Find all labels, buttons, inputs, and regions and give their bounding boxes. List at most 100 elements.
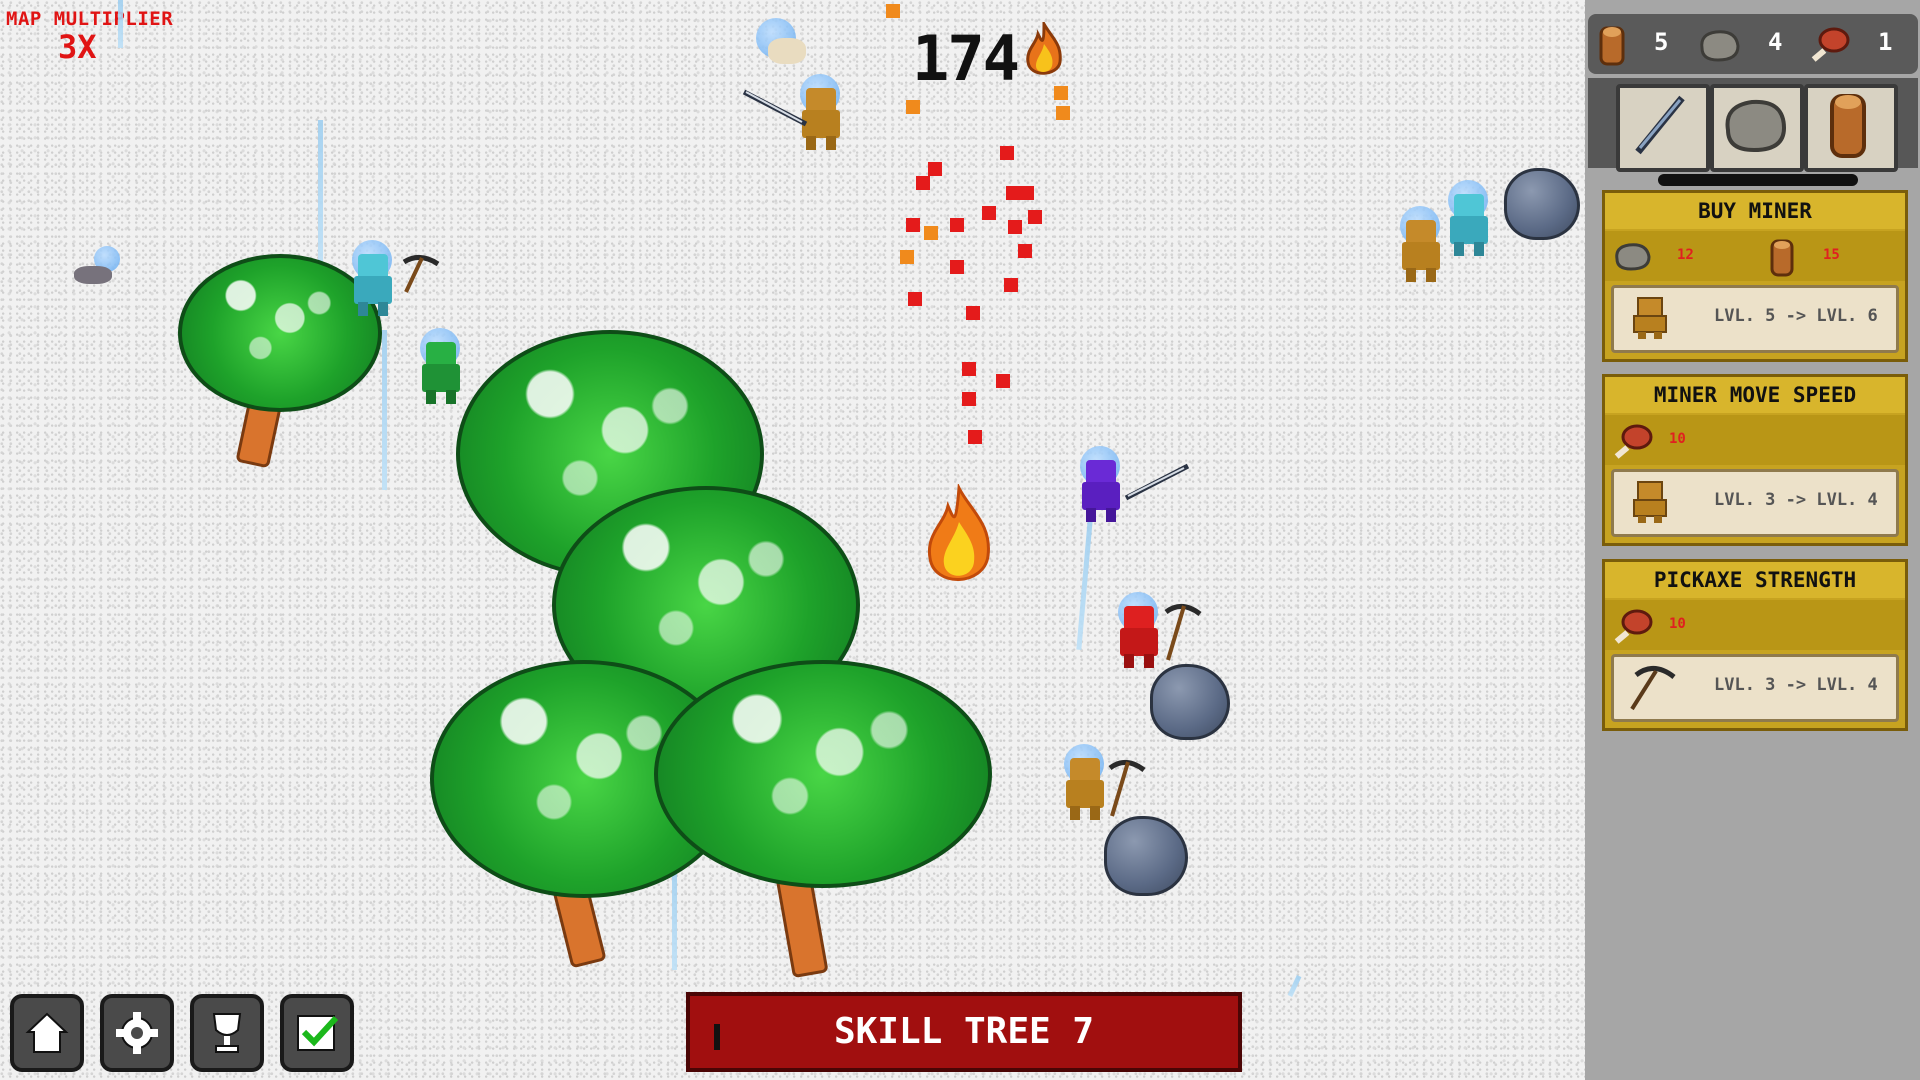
- particle: [886, 4, 900, 18]
- particle: [1006, 186, 1020, 200]
- particle: [900, 250, 914, 264]
- rock[interactable]: [1504, 168, 1580, 240]
- panel-divider: [1658, 174, 1858, 186]
- particle: [1018, 244, 1032, 258]
- map-multiplier-value: 3X: [58, 28, 97, 66]
- tool-slots: [1588, 78, 1918, 172]
- resource-bar: 5 4 1: [1588, 14, 1918, 74]
- particle: [962, 392, 976, 406]
- particle: [968, 430, 982, 444]
- upgrade-card-buy-miner[interactable]: BUY MINER 12 15 LVL. 5 -> LVL. 6: [1602, 190, 1908, 362]
- particle: [924, 226, 938, 240]
- particle: [966, 306, 980, 320]
- cost-amount: 12: [1677, 247, 1694, 263]
- skill-tree-button[interactable]: SKILL TREE 7: [686, 992, 1242, 1072]
- pickaxe-icon: [1630, 666, 1676, 711]
- particle: [1020, 186, 1034, 200]
- cost-amount: 10: [1669, 616, 1686, 632]
- particle: [950, 260, 964, 274]
- sword-icon: [1635, 95, 1685, 155]
- particle: [1004, 278, 1018, 292]
- rock[interactable]: [1150, 664, 1230, 740]
- tree-canopy: [654, 660, 992, 888]
- home-button[interactable]: [10, 994, 84, 1072]
- tan-bird[interactable]: [748, 18, 808, 98]
- particle: [950, 218, 964, 232]
- particle: [1054, 86, 1068, 100]
- wood-log-icon: [1599, 26, 1625, 66]
- upgrade-title: BUY MINER: [1605, 193, 1905, 229]
- pickaxe-icon: [1108, 760, 1146, 817]
- skill-tree-label: SKILL TREE 7: [833, 1011, 1095, 1052]
- miner-gold[interactable]: [1392, 206, 1452, 286]
- particle: [906, 218, 920, 232]
- rain-streak: [1076, 520, 1093, 650]
- home-icon: [25, 1012, 69, 1053]
- rain-streak: [318, 120, 323, 270]
- achievements-button[interactable]: [190, 994, 264, 1072]
- particle: [916, 176, 930, 190]
- particle: [1028, 210, 1042, 224]
- level-text: LVL. 3 -> LVL. 4: [1714, 675, 1878, 695]
- settings-button[interactable]: [100, 994, 174, 1072]
- rain-streak: [118, 0, 123, 48]
- particle: [996, 374, 1010, 388]
- rain-streak: [672, 860, 677, 970]
- pickaxe-icon: [402, 255, 440, 293]
- tool-slot-sword[interactable]: [1616, 84, 1710, 172]
- campfire-icon: [927, 484, 990, 581]
- stone-icon: [1725, 99, 1787, 153]
- wood-log-icon: [1770, 239, 1794, 277]
- upgrade-card-pickaxe-strength[interactable]: PICKAXE STRENGTH 10 LVL. 3 -> LVL. 4: [1602, 559, 1908, 731]
- sword-icon: [1124, 463, 1190, 501]
- skill-progress-bar: [714, 1024, 720, 1050]
- level-box: LVL. 3 -> LVL. 4: [1611, 654, 1899, 722]
- wood-log-icon: [1830, 94, 1866, 158]
- rain-streak: [1287, 974, 1302, 998]
- level-box: LVL. 5 -> LVL. 6: [1611, 285, 1899, 353]
- meat-icon: [1811, 27, 1850, 62]
- upgrade-title: PICKAXE STRENGTH: [1605, 562, 1905, 598]
- miner-icon: [1633, 297, 1667, 339]
- rock[interactable]: [1104, 816, 1188, 896]
- meat-count: 1: [1878, 28, 1893, 56]
- miner-green[interactable]: [412, 328, 472, 408]
- upgrade-card-miner-move-speed[interactable]: MINER MOVE SPEED 10 LVL. 3 -> LVL. 4: [1602, 374, 1908, 546]
- particle: [906, 100, 920, 114]
- trophy-icon: [212, 1013, 242, 1053]
- quests-button[interactable]: [280, 994, 354, 1072]
- particle: [1056, 106, 1070, 120]
- stone-icon: [1700, 30, 1740, 62]
- wood-count: 5: [1654, 28, 1669, 56]
- particle: [1000, 146, 1014, 160]
- particle: [908, 292, 922, 306]
- stone-count: 4: [1768, 28, 1783, 56]
- particle: [928, 162, 942, 176]
- rain-streak: [382, 330, 387, 490]
- cost-row: 10: [1605, 415, 1905, 465]
- cost-amount: 15: [1823, 247, 1840, 263]
- gear-icon: [116, 1012, 158, 1054]
- meat-icon: [1614, 424, 1653, 459]
- tool-slot-stone[interactable]: [1710, 84, 1804, 172]
- fire-icon: [1026, 22, 1062, 75]
- upgrade-title: MINER MOVE SPEED: [1605, 377, 1905, 413]
- miner-icon: [1633, 481, 1667, 523]
- small-critter[interactable]: [66, 232, 126, 312]
- cost-row: 12 15: [1605, 231, 1905, 281]
- cost-amount: 10: [1669, 431, 1686, 447]
- map-multiplier-label: MAP MULTIPLIER: [6, 8, 174, 30]
- stone-icon: [1615, 243, 1651, 271]
- cost-row: 10: [1605, 600, 1905, 650]
- particle: [962, 362, 976, 376]
- level-text: LVL. 5 -> LVL. 6: [1714, 306, 1878, 326]
- miner-cyan[interactable]: [344, 240, 404, 320]
- meat-icon: [1614, 609, 1653, 644]
- pickaxe-icon: [1164, 604, 1202, 661]
- check-icon: [297, 1015, 339, 1051]
- tool-slot-wood[interactable]: [1804, 84, 1898, 172]
- fire-counter: 174: [912, 22, 1020, 95]
- level-text: LVL. 3 -> LVL. 4: [1714, 490, 1878, 510]
- level-box: LVL. 3 -> LVL. 4: [1611, 469, 1899, 537]
- particle: [982, 206, 996, 220]
